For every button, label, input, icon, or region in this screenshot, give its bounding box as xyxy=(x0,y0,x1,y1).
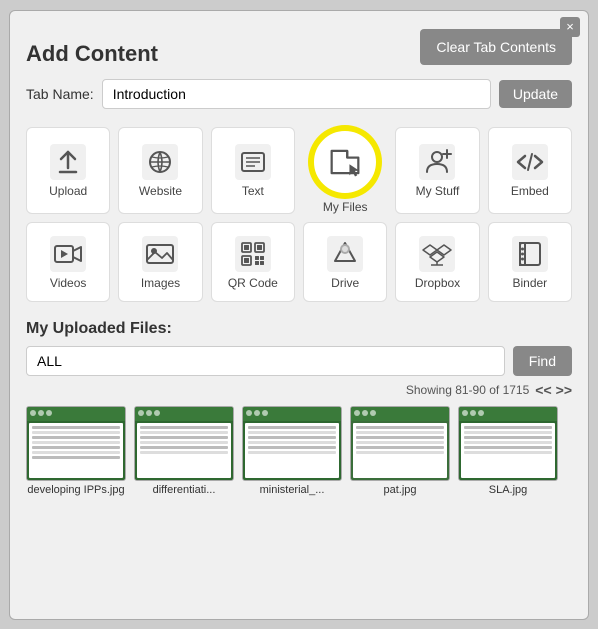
binder-icon xyxy=(512,236,548,272)
binder-option[interactable]: Binder xyxy=(488,222,572,302)
website-option[interactable]: Website xyxy=(118,127,202,214)
mystuff-option[interactable]: My Stuff xyxy=(395,127,479,214)
drive-label: Drive xyxy=(331,276,359,290)
myfiles-label: My Files xyxy=(323,200,368,214)
tab-name-input[interactable] xyxy=(102,79,491,109)
my-files-title: My Uploaded Files: xyxy=(26,320,572,338)
modal-title: Add Content xyxy=(26,41,158,67)
tab-name-row: Tab Name: Update xyxy=(10,75,588,119)
file-name: ministerial_... xyxy=(260,484,325,496)
videos-option[interactable]: Videos xyxy=(26,222,110,302)
find-button[interactable]: Find xyxy=(513,346,572,376)
images-icon xyxy=(142,236,178,272)
website-label: Website xyxy=(139,184,182,198)
drive-icon xyxy=(327,236,363,272)
text-option[interactable]: Text xyxy=(211,127,295,214)
dropbox-label: Dropbox xyxy=(415,276,460,290)
file-item[interactable]: SLA.jpg xyxy=(458,406,558,496)
clear-tab-contents-button[interactable]: Clear Tab Contents xyxy=(420,29,572,65)
dropbox-icon xyxy=(419,236,455,272)
prev-arrow[interactable]: << xyxy=(535,382,551,398)
file-name: SLA.jpg xyxy=(489,484,528,496)
files-grid: developing IPPs.jpg differentiati... xyxy=(26,406,572,496)
modal-header: Add Content Clear Tab Contents xyxy=(10,11,588,75)
update-button[interactable]: Update xyxy=(499,80,572,108)
next-arrow[interactable]: >> xyxy=(556,382,572,398)
nav-arrows: << >> xyxy=(535,382,572,398)
add-content-modal: × Add Content Clear Tab Contents Tab Nam… xyxy=(9,10,589,620)
file-item[interactable]: differentiati... xyxy=(134,406,234,496)
tab-name-label: Tab Name: xyxy=(26,86,94,102)
file-item[interactable]: ministerial_... xyxy=(242,406,342,496)
qrcode-option[interactable]: QR Code xyxy=(211,222,295,302)
file-name: differentiati... xyxy=(153,484,216,496)
upload-option[interactable]: Upload xyxy=(26,127,110,214)
file-item[interactable]: pat.jpg xyxy=(350,406,450,496)
myfiles-option[interactable]: My Files xyxy=(303,127,387,214)
videos-icon xyxy=(50,236,86,272)
mystuff-icon xyxy=(419,144,455,180)
file-item[interactable]: developing IPPs.jpg xyxy=(26,406,126,496)
qrcode-icon xyxy=(235,236,271,272)
images-label: Images xyxy=(141,276,180,290)
embed-option[interactable]: Embed xyxy=(488,127,572,214)
file-search-input[interactable] xyxy=(26,346,505,376)
upload-label: Upload xyxy=(49,184,87,198)
search-row: Find xyxy=(26,346,572,376)
icon-grid: Upload Website Text xyxy=(10,119,588,310)
qrcode-label: QR Code xyxy=(228,276,278,290)
upload-icon xyxy=(50,144,86,180)
showing-text: Showing 81-90 of 1715 xyxy=(406,383,529,397)
binder-label: Binder xyxy=(512,276,547,290)
dropbox-option[interactable]: Dropbox xyxy=(395,222,479,302)
myfiles-icon xyxy=(325,142,365,182)
website-icon xyxy=(142,144,178,180)
embed-icon xyxy=(512,144,548,180)
images-option[interactable]: Images xyxy=(118,222,202,302)
my-files-section: My Uploaded Files: Find Showing 81-90 of… xyxy=(10,310,588,500)
drive-option[interactable]: Drive xyxy=(303,222,387,302)
videos-label: Videos xyxy=(50,276,86,290)
text-icon xyxy=(235,144,271,180)
file-name: developing IPPs.jpg xyxy=(27,484,124,496)
showing-row: Showing 81-90 of 1715 << >> xyxy=(26,382,572,398)
close-button[interactable]: × xyxy=(560,17,580,37)
mystuff-label: My Stuff xyxy=(416,184,460,198)
file-name: pat.jpg xyxy=(383,484,416,496)
text-label: Text xyxy=(242,184,264,198)
embed-label: Embed xyxy=(511,184,549,198)
